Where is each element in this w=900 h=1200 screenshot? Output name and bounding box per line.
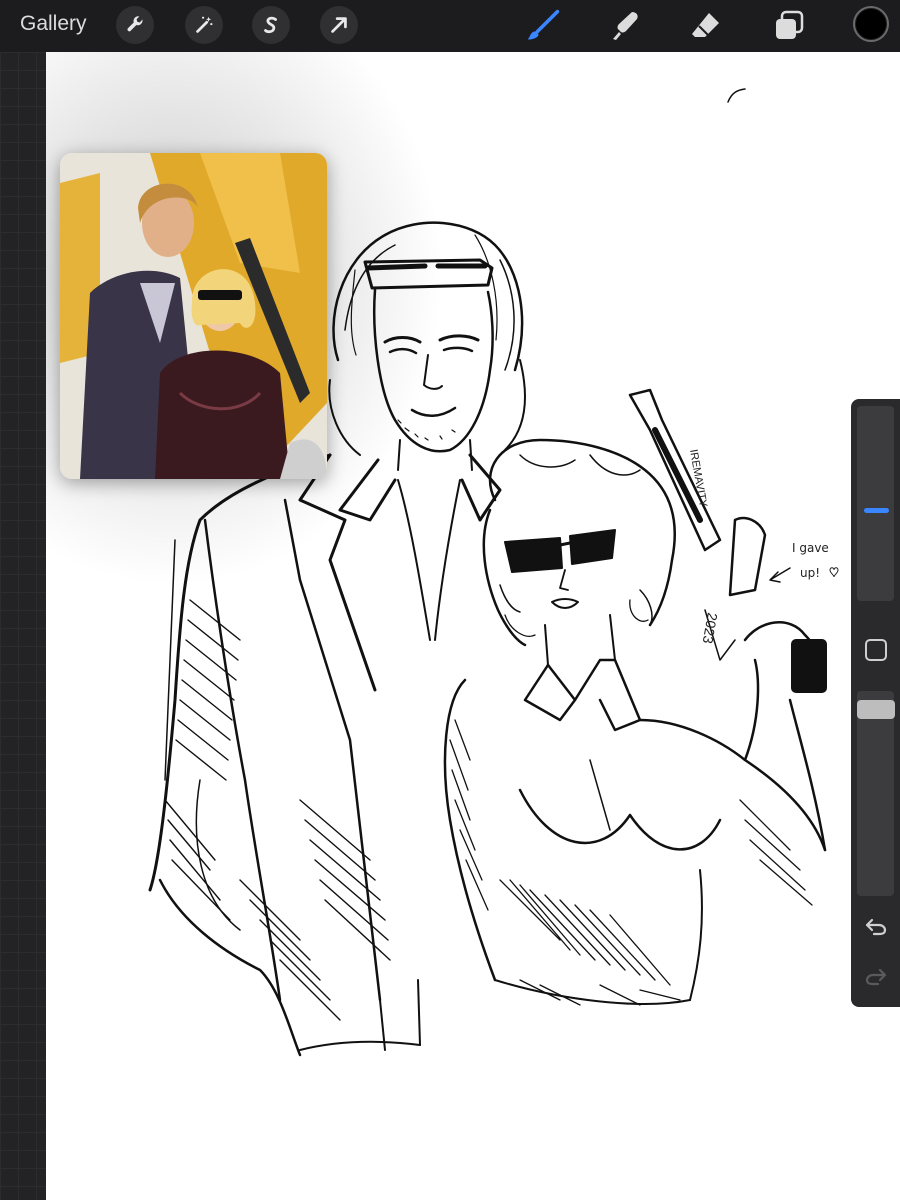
- modify-button[interactable]: [865, 639, 887, 661]
- brush-icon: [527, 9, 560, 40]
- brush-opacity-handle[interactable]: [857, 700, 895, 719]
- color-picker-button[interactable]: [853, 6, 889, 42]
- actions-button[interactable]: [116, 6, 154, 44]
- brush-size-handle[interactable]: [864, 508, 889, 513]
- redo-button[interactable]: [862, 964, 890, 990]
- reference-image-window[interactable]: [60, 153, 327, 479]
- active-color-swatch: [856, 9, 886, 39]
- transform-button[interactable]: [320, 6, 358, 44]
- note-text-line1: I gave: [792, 541, 829, 555]
- undo-button[interactable]: [862, 914, 890, 940]
- heart-doodle: [829, 567, 839, 578]
- wrench-icon: [127, 16, 143, 32]
- eraser-tool-button[interactable]: [688, 8, 724, 44]
- gallery-button[interactable]: Gallery: [20, 12, 87, 36]
- brush-size-slider[interactable]: [857, 406, 894, 601]
- top-toolbar: Gallery: [0, 0, 900, 53]
- reference-image: [60, 153, 327, 479]
- workspace-background: [0, 52, 46, 1200]
- brush-opacity-slider[interactable]: [857, 691, 894, 896]
- signature-text: 2023: [700, 611, 721, 645]
- transform-arrow-icon: [331, 17, 347, 33]
- layers-button[interactable]: [771, 8, 807, 44]
- eraser-icon: [692, 13, 719, 37]
- drawing-canvas[interactable]: IREMAVITY 2023 I gave up!: [46, 52, 900, 1200]
- redo-icon: [865, 968, 887, 986]
- selection-s-icon: [264, 16, 277, 34]
- layers-icon: [776, 10, 804, 39]
- selection-button[interactable]: [252, 6, 290, 44]
- undo-icon: [865, 918, 887, 936]
- brush-tool-button[interactable]: [525, 8, 561, 44]
- note-text-line2: up!: [800, 566, 820, 580]
- magic-wand-icon: [196, 16, 213, 33]
- adjustments-button[interactable]: [185, 6, 223, 44]
- smudge-icon: [613, 12, 638, 40]
- smudge-tool-button[interactable]: [607, 8, 643, 44]
